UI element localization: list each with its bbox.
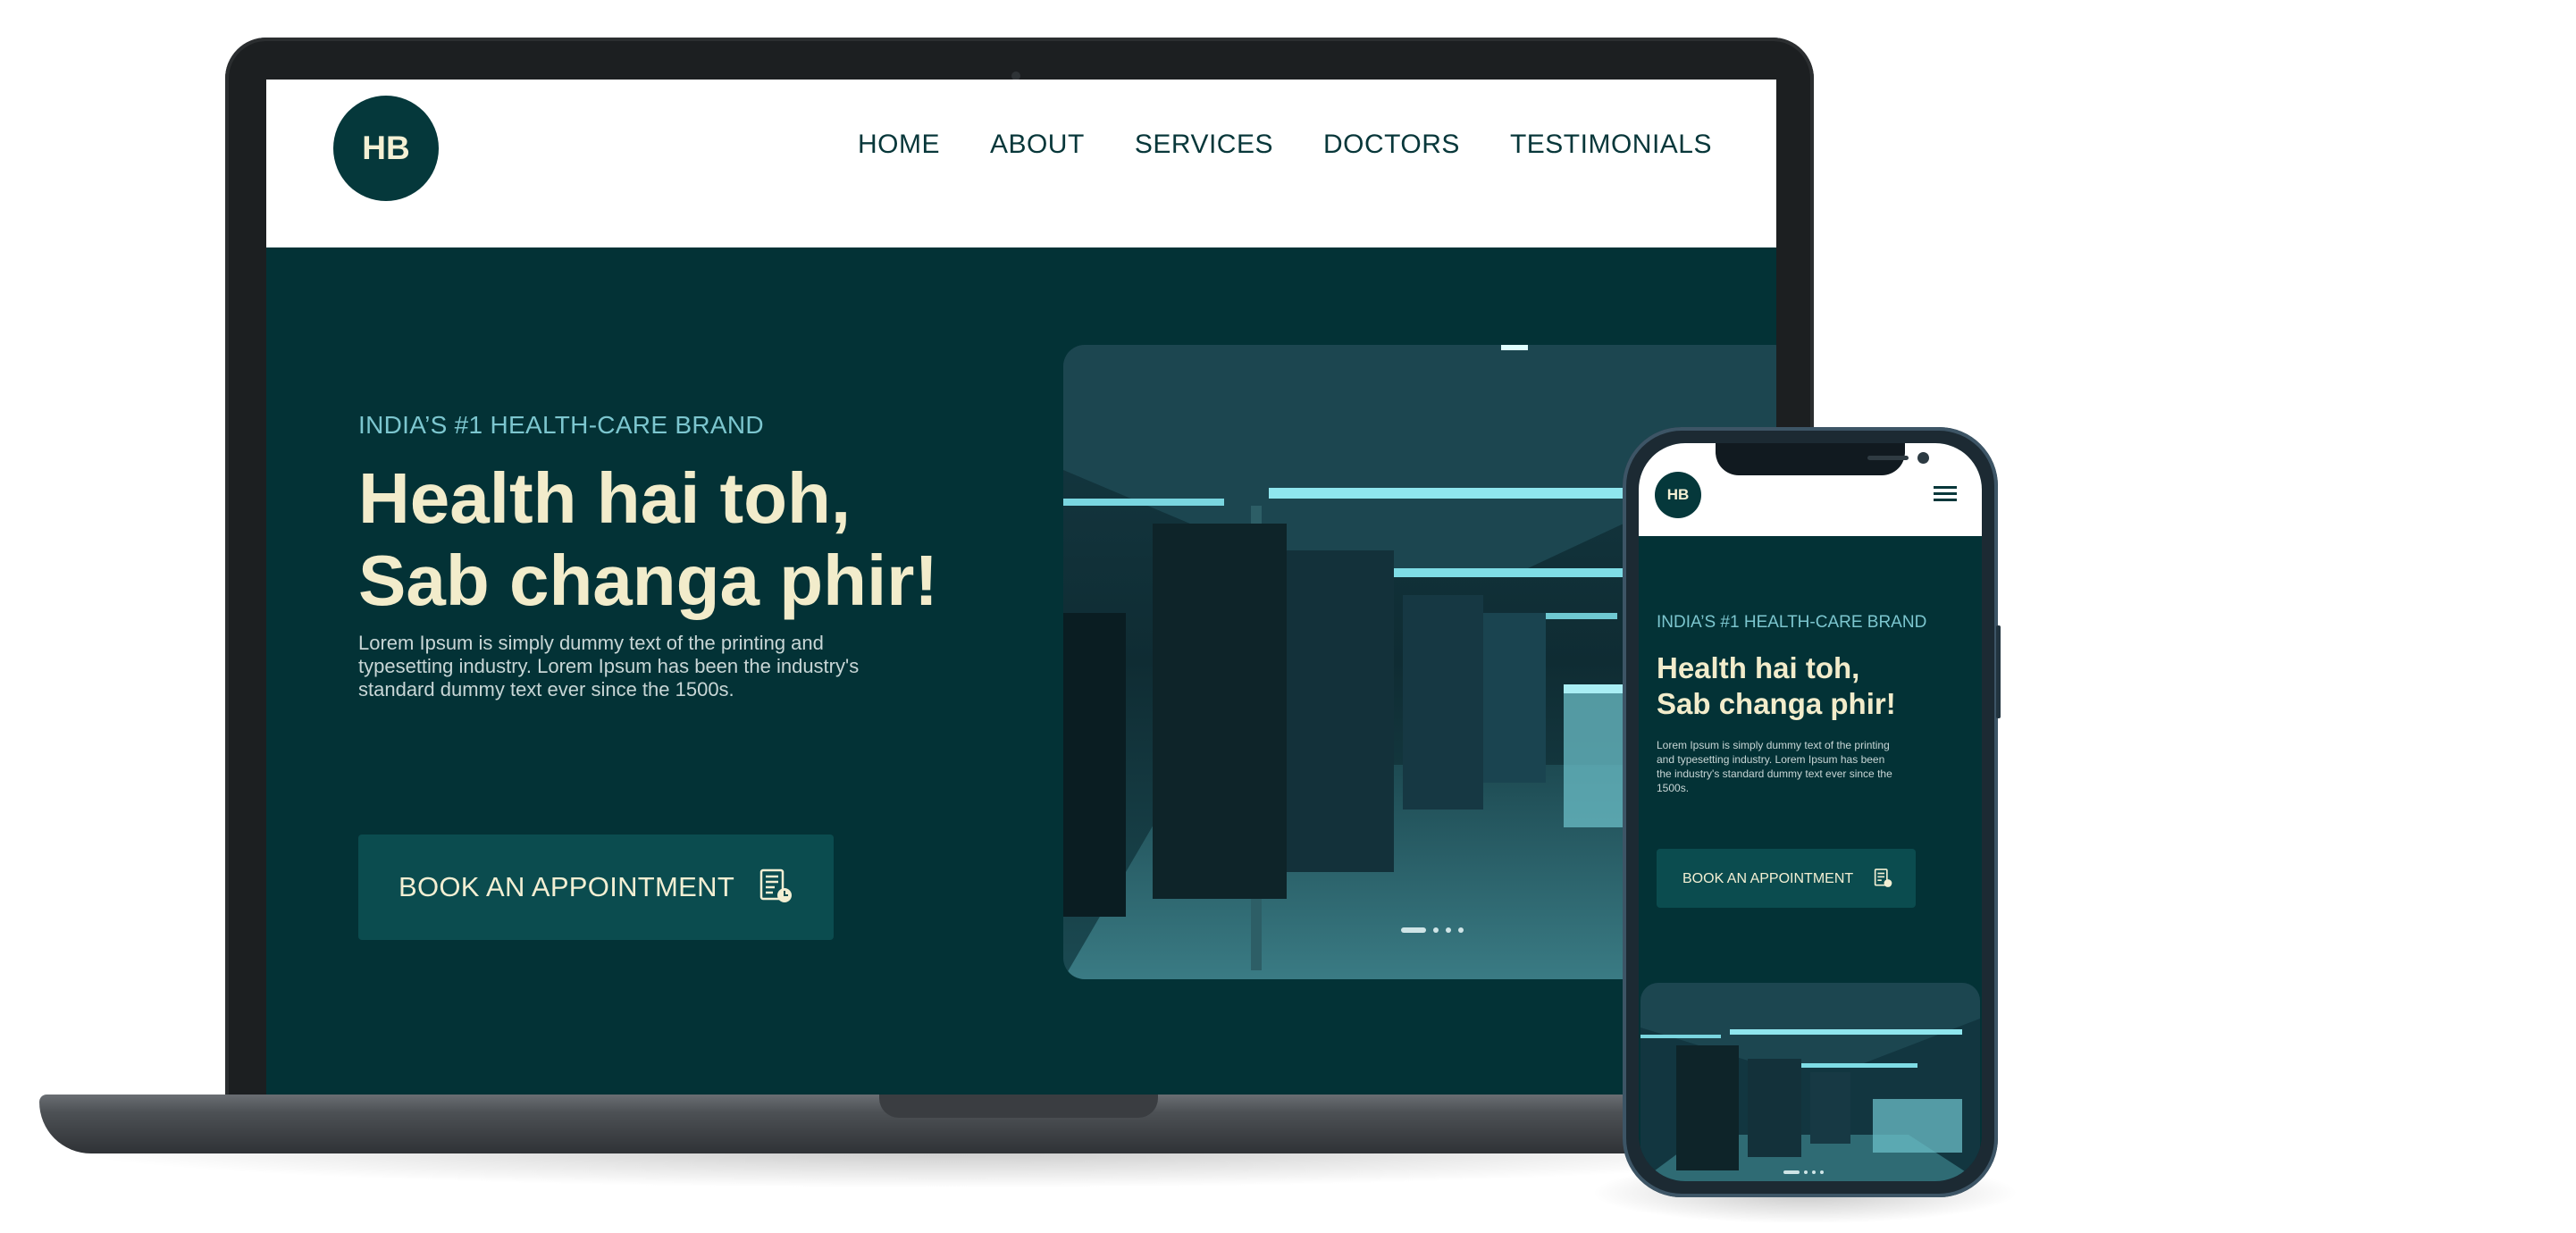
carousel-dot-4[interactable]	[1458, 927, 1464, 933]
book-appointment-button[interactable]: BOOK AN APPOINTMENT	[358, 835, 834, 940]
nav-home[interactable]: HOME	[858, 130, 940, 160]
carousel-dot-3[interactable]	[1446, 927, 1451, 933]
laptop-hinge-notch	[879, 1095, 1158, 1118]
hero-title: Health hai toh, Sab changa phir!	[358, 457, 1002, 622]
site-header: HB HOME ABOUT SERVICES DOCTORS TESTIMONI…	[266, 80, 1776, 247]
mobile-book-appointment-button[interactable]: BOOK AN APPOINTMENT	[1657, 849, 1916, 908]
mobile-carousel-dot-2[interactable]	[1804, 1170, 1808, 1174]
mobile-hero-title-line-2: Sab changa phir!	[1657, 687, 1896, 720]
nav-doctors[interactable]: DOCTORS	[1323, 130, 1460, 160]
mobile-carousel-dot-4[interactable]	[1820, 1170, 1824, 1174]
nav-about[interactable]: ABOUT	[990, 130, 1085, 160]
phone-speaker	[1867, 456, 1909, 460]
desktop-website: HB HOME ABOUT SERVICES DOCTORS TESTIMONI…	[266, 80, 1776, 1095]
mobile-book-appointment-label: BOOK AN APPOINTMENT	[1682, 871, 1854, 886]
hero-title-line-2: Sab changa phir!	[358, 541, 938, 620]
logo[interactable]: HB	[333, 96, 439, 201]
mobile-hero-title-line-1: Health hai toh,	[1657, 651, 1860, 684]
phone-notch	[1716, 443, 1929, 475]
phone-side-button	[1996, 625, 2001, 718]
carousel-dot-2[interactable]	[1433, 927, 1439, 933]
mobile-carousel-dot-1[interactable]	[1783, 1170, 1800, 1174]
mobile-carousel-indicators	[1783, 1170, 1824, 1174]
hero-description: Lorem Ipsum is simply dummy text of the …	[358, 632, 860, 700]
mobile-website: HB INDIA’S #1 HEALTH-CARE BRAND Health h…	[1639, 443, 1982, 1181]
carousel-indicators	[1401, 927, 1464, 933]
carousel-dot-1[interactable]	[1401, 927, 1426, 933]
mobile-carousel-dot-3[interactable]	[1812, 1170, 1816, 1174]
hamburger-menu-icon[interactable]	[1934, 484, 1957, 507]
mobile-logo[interactable]: HB	[1655, 472, 1701, 518]
appointment-calendar-icon	[759, 868, 794, 908]
hero-kicker: INDIA’S #1 HEALTH-CARE BRAND	[358, 411, 764, 439]
phone-camera	[1917, 452, 1929, 464]
mobile-appointment-calendar-icon	[1874, 868, 1893, 892]
main-nav: HOME ABOUT SERVICES DOCTORS TESTIMONIALS	[858, 130, 1712, 160]
book-appointment-label: BOOK AN APPOINTMENT	[399, 871, 735, 902]
mobile-hero-kicker: INDIA’S #1 HEALTH-CARE BRAND	[1657, 613, 1927, 632]
hero-section: INDIA’S #1 HEALTH-CARE BRAND Health hai …	[266, 247, 1776, 1095]
nav-testimonials[interactable]: TESTIMONIALS	[1510, 130, 1712, 160]
nav-services[interactable]: SERVICES	[1135, 130, 1273, 160]
hero-title-line-1: Health hai toh,	[358, 458, 852, 538]
mobile-hero-description: Lorem Ipsum is simply dummy text of the …	[1657, 739, 1892, 794]
mobile-hero-title: Health hai toh, Sab changa phir!	[1657, 650, 1960, 722]
mobile-hospital-corridor-photo	[1640, 983, 1980, 1181]
